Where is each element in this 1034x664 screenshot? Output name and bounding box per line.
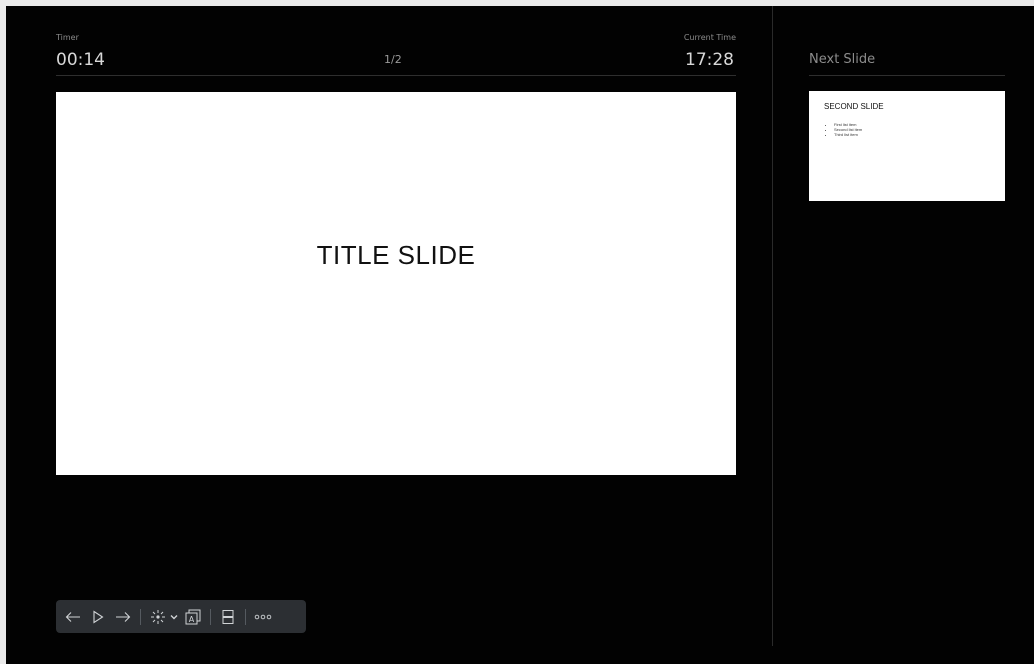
layout-icon	[222, 609, 234, 624]
current-slide-preview[interactable]: TITLE SLIDE	[56, 92, 736, 475]
chevron-down-icon	[170, 614, 178, 619]
arrow-right-icon	[116, 611, 131, 622]
current-time-value: 17:28	[685, 50, 734, 70]
next-slide-button[interactable]	[113, 606, 133, 628]
previous-slide-button[interactable]	[63, 606, 83, 628]
toolbar-separator	[140, 608, 141, 625]
next-slide-list: First list item Second list item Third l…	[826, 122, 862, 137]
timer-label: Timer	[56, 33, 79, 42]
toolbar-separator	[210, 608, 211, 625]
play-button[interactable]	[88, 606, 108, 628]
header-divider	[56, 75, 736, 76]
laser-pointer-icon	[151, 609, 165, 624]
presenter-window: Timer 00:14 1/2 Current Time 17:28 Next …	[6, 6, 1034, 664]
more-options-button[interactable]	[253, 606, 273, 628]
timer-value: 00:14	[56, 50, 105, 70]
layout-toggle-button[interactable]	[218, 606, 238, 628]
subtitles-button[interactable]: A	[183, 606, 203, 628]
list-item: Third list item	[834, 132, 862, 137]
pointer-options-dropdown[interactable]	[169, 606, 179, 628]
panel-divider	[772, 6, 773, 646]
current-time-label: Current Time	[683, 33, 736, 42]
laser-pointer-button[interactable]	[148, 606, 168, 628]
svg-text:A: A	[189, 615, 195, 624]
toolbar-separator	[245, 608, 246, 625]
play-icon	[93, 609, 104, 624]
next-slide-heading: Next Slide	[809, 52, 876, 67]
arrow-left-icon	[65, 611, 80, 622]
more-icon	[254, 614, 272, 619]
slide-notes-icon: A	[185, 609, 201, 624]
page-counter: 1/2	[384, 53, 402, 66]
next-slide-title: SECOND SLIDE	[824, 102, 884, 111]
next-slide-divider	[809, 75, 1005, 76]
presenter-toolbar: A	[56, 600, 306, 633]
next-slide-preview[interactable]: SECOND SLIDE First list item Second list…	[809, 91, 1005, 201]
current-slide-title: TITLE SLIDE	[316, 240, 476, 270]
